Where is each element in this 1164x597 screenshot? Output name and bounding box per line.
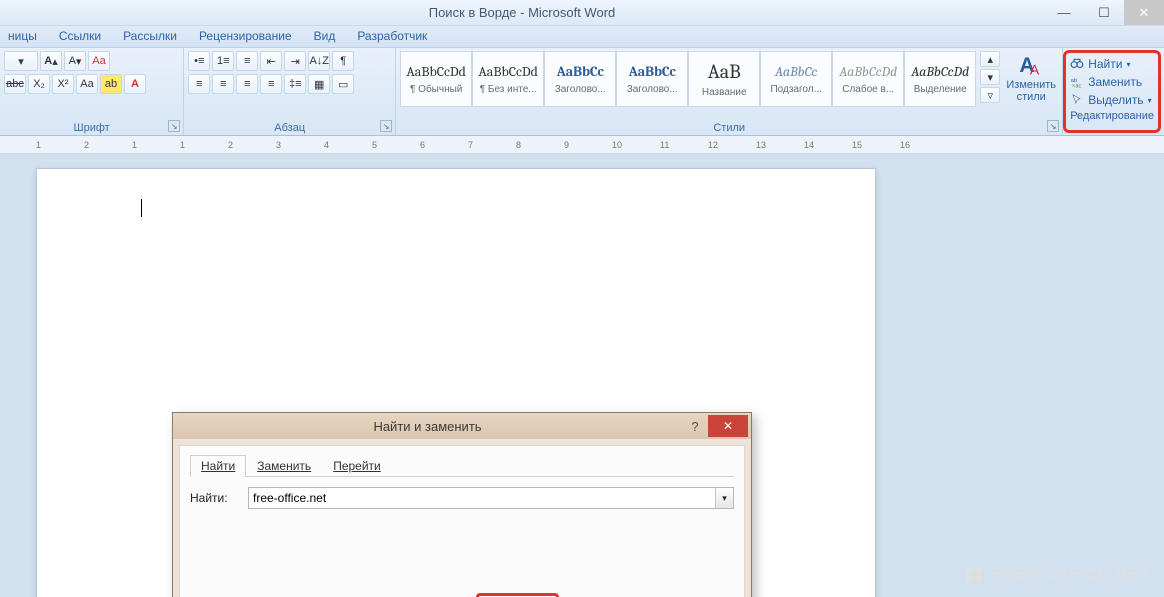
gallery-more-button[interactable]: ▿ xyxy=(980,87,1000,103)
change-styles-button[interactable]: AA Изменить стили xyxy=(1004,51,1058,103)
indent-button[interactable]: ⇥ xyxy=(284,51,306,71)
group-editing: Найти▾ abac Заменить Выделить▾ Редактиро… xyxy=(1063,50,1161,133)
justify-button[interactable]: ≡ xyxy=(260,74,282,94)
borders-button[interactable]: ▭ xyxy=(332,74,354,94)
find-input[interactable] xyxy=(248,487,734,509)
styles-dialog-launcher[interactable]: ↘ xyxy=(1047,120,1059,132)
numbering-button[interactable]: 1≡ xyxy=(212,51,234,71)
change-case-button[interactable]: Aa xyxy=(76,74,98,94)
maximize-button[interactable]: ☐ xyxy=(1084,0,1124,25)
group-font: ▾ A▴ A▾ Aa abc X₂ X² Aa ab A Шрифт ↘ xyxy=(0,48,184,135)
window-titlebar: Поиск в Ворде - Microsoft Word — ☐ ✕ xyxy=(0,0,1164,26)
dialog-tabs: Найти Заменить Перейти xyxy=(190,454,734,477)
select-button[interactable]: Выделить▾ xyxy=(1070,91,1154,109)
tab-review[interactable]: Рецензирование xyxy=(197,27,294,47)
group-font-label: Шрифт xyxy=(4,121,179,134)
bullets-button[interactable]: •≡ xyxy=(188,51,210,71)
superscript-button[interactable]: X² xyxy=(52,74,74,94)
dialog-body: Найти Заменить Перейти Найти: ▾ Больше >… xyxy=(179,445,745,597)
close-button[interactable]: ✕ xyxy=(1124,0,1164,25)
windows-icon xyxy=(964,565,984,585)
style-normal[interactable]: AaBbCcDd¶ Обычный xyxy=(400,51,472,107)
sort-button[interactable]: A↓Z xyxy=(308,51,330,71)
group-styles-label: Стили xyxy=(400,121,1058,134)
style-heading1[interactable]: AaBbCcЗаголово... xyxy=(544,51,616,107)
tab-view[interactable]: Вид xyxy=(312,27,338,47)
replace-icon: abac xyxy=(1070,75,1084,89)
styles-gallery[interactable]: AaBbCcDd¶ Обычный AaBbCcDd¶ Без инте... … xyxy=(400,51,976,107)
shrink-font-button[interactable]: A▾ xyxy=(64,51,86,71)
tab-mailings[interactable]: Рассылки xyxy=(121,27,179,47)
binoculars-icon xyxy=(1070,57,1084,71)
dialog-titlebar[interactable]: Найти и заменить ? ✕ xyxy=(173,413,751,439)
strike-button[interactable]: abc xyxy=(4,74,26,94)
align-center-button[interactable]: ≡ xyxy=(212,74,234,94)
multilevel-button[interactable]: ≡ xyxy=(236,51,258,71)
shading-button[interactable]: ▦ xyxy=(308,74,330,94)
font-size-combo[interactable]: ▾ xyxy=(4,51,38,71)
font-dialog-launcher[interactable]: ↘ xyxy=(168,120,180,132)
dialog-button-row: Больше >> Выделение при чтении▾ Найти в▾… xyxy=(190,593,734,597)
align-right-button[interactable]: ≡ xyxy=(236,74,258,94)
style-title[interactable]: AaBНазвание xyxy=(688,51,760,107)
document-workspace: Найти и заменить ? ✕ Найти Заменить Пере… xyxy=(0,154,1164,597)
minimize-button[interactable]: — xyxy=(1044,0,1084,25)
find-button[interactable]: Найти▾ xyxy=(1070,55,1154,73)
style-subtle[interactable]: AaBbCcDdСлабое в... xyxy=(832,51,904,107)
group-styles: AaBbCcDd¶ Обычный AaBbCcDd¶ Без инте... … xyxy=(396,48,1063,135)
group-editing-label: Редактирование xyxy=(1070,109,1154,122)
ribbon-tabstrip: ницы Ссылки Рассылки Рецензирование Вид … xyxy=(0,26,1164,48)
style-subtitle[interactable]: AaBbCcПодзагол... xyxy=(760,51,832,107)
group-paragraph: •≡ 1≡ ≡ ⇤ ⇥ A↓Z ¶ ≡ ≡ ≡ ≡ ‡≡ ▦ ▭ Абзац ↘ xyxy=(184,48,396,135)
horizontal-ruler[interactable]: 12112345678910111213141516 xyxy=(0,136,1164,154)
align-left-button[interactable]: ≡ xyxy=(188,74,210,94)
font-color-button[interactable]: A xyxy=(124,74,146,94)
dialog-tab-goto[interactable]: Перейти xyxy=(322,455,392,477)
dialog-close-button[interactable]: ✕ xyxy=(708,415,748,437)
group-paragraph-label: Абзац xyxy=(188,121,391,134)
style-heading2[interactable]: AaBbCcЗаголово... xyxy=(616,51,688,107)
grow-font-button[interactable]: A▴ xyxy=(40,51,62,71)
window-title: Поиск в Ворде - Microsoft Word xyxy=(0,5,1044,20)
style-nospacing[interactable]: AaBbCcDd¶ Без инте... xyxy=(472,51,544,107)
show-marks-button[interactable]: ¶ xyxy=(332,51,354,71)
highlight-button[interactable]: ab xyxy=(100,74,122,94)
dialog-title: Найти и заменить xyxy=(173,419,682,434)
tab-pages[interactable]: ницы xyxy=(6,27,39,47)
find-replace-dialog: Найти и заменить ? ✕ Найти Заменить Пере… xyxy=(172,412,752,597)
change-styles-icon: AA xyxy=(1017,51,1045,79)
cursor-icon xyxy=(1070,93,1084,107)
find-label: Найти: xyxy=(190,491,240,505)
watermark: FREE-OFFICE.NET xyxy=(964,565,1150,585)
text-cursor xyxy=(141,199,142,217)
svg-text:A: A xyxy=(1030,61,1040,77)
svg-text:ac: ac xyxy=(1075,83,1081,89)
dialog-help-button[interactable]: ? xyxy=(682,419,708,434)
window-controls: — ☐ ✕ xyxy=(1044,0,1164,25)
dialog-tab-find[interactable]: Найти xyxy=(190,455,246,477)
dialog-tab-replace[interactable]: Заменить xyxy=(246,455,322,477)
find-in-highlight: Найти в▾ xyxy=(476,593,559,597)
line-spacing-button[interactable]: ‡≡ xyxy=(284,74,306,94)
outdent-button[interactable]: ⇤ xyxy=(260,51,282,71)
tab-developer[interactable]: Разработчик xyxy=(355,27,429,47)
find-row: Найти: ▾ xyxy=(190,487,734,509)
ribbon: ▾ A▴ A▾ Aa abc X₂ X² Aa ab A Шрифт ↘ •≡ … xyxy=(0,48,1164,136)
gallery-up-button[interactable]: ▴ xyxy=(980,51,1000,67)
subscript-button[interactable]: X₂ xyxy=(28,74,50,94)
paragraph-dialog-launcher[interactable]: ↘ xyxy=(380,120,392,132)
replace-button[interactable]: abac Заменить xyxy=(1070,73,1154,91)
clear-format-button[interactable]: Aa xyxy=(88,51,110,71)
gallery-down-button[interactable]: ▾ xyxy=(980,69,1000,85)
tab-links[interactable]: Ссылки xyxy=(57,27,103,47)
find-history-dropdown[interactable]: ▾ xyxy=(715,488,733,508)
style-emphasis[interactable]: AaBbCcDdВыделение xyxy=(904,51,976,107)
